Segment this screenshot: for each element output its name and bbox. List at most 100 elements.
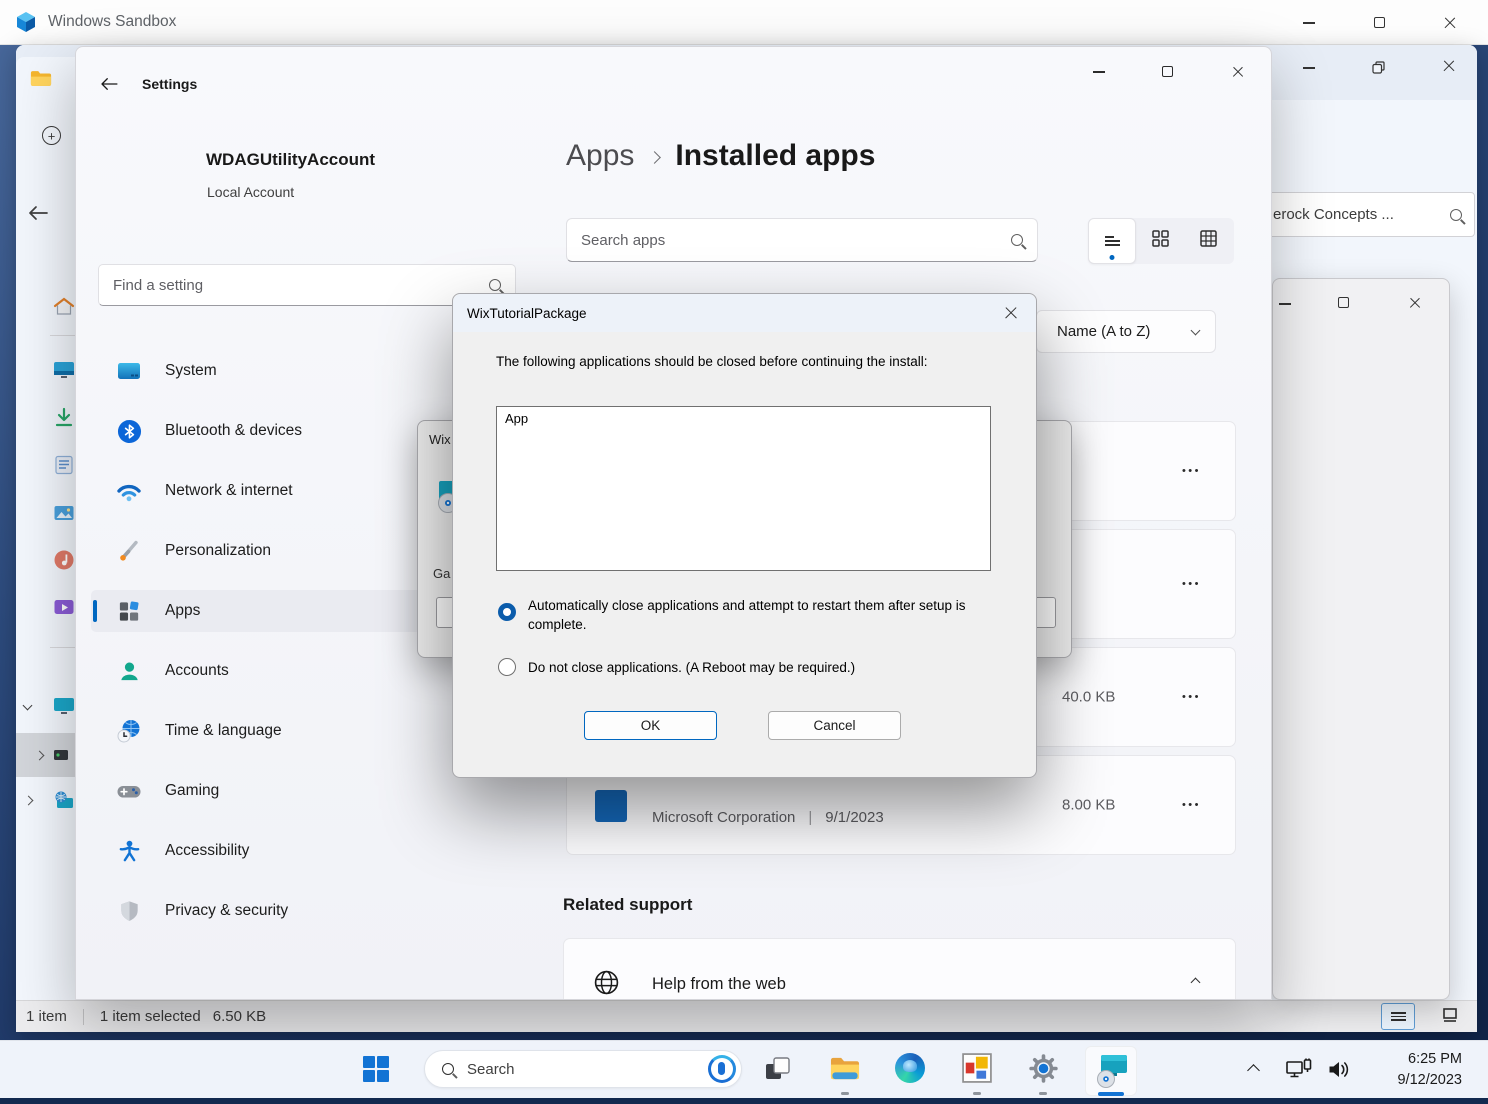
- desktop-icon[interactable]: [53, 359, 75, 386]
- tray-clock[interactable]: 6:25 PM 9/12/2023: [1352, 1049, 1462, 1091]
- radio-label: Automatically close applications and att…: [528, 597, 968, 634]
- folder-icon: [30, 69, 52, 88]
- background-window-maximize-button[interactable]: [1338, 297, 1349, 308]
- dialog-title: WixTutorialPackage: [467, 306, 587, 321]
- table-view-icon: [1200, 230, 1217, 252]
- settings-gear-icon[interactable]: [1027, 1052, 1059, 1084]
- task-view-button[interactable]: [763, 1054, 793, 1084]
- drive-icon: [53, 747, 69, 763]
- settings-back-icon[interactable]: [100, 77, 118, 96]
- sidebar-item-privacy-security[interactable]: Privacy & security: [91, 890, 516, 932]
- sandbox-maximize-button[interactable]: [1374, 17, 1385, 28]
- active-app-highlight[interactable]: [1085, 1046, 1137, 1096]
- app-menu-button[interactable]: •••: [1182, 799, 1201, 811]
- taskbar: Search: [0, 1040, 1488, 1098]
- cancel-button[interactable]: Cancel: [768, 711, 901, 740]
- downloads-icon[interactable]: [53, 407, 75, 434]
- plus-icon: +: [48, 129, 56, 142]
- screen-bottom-edge: [0, 1098, 1488, 1104]
- settings-maximize-button[interactable]: [1162, 66, 1173, 77]
- network-folder-icon[interactable]: [53, 790, 75, 817]
- accessibility-icon: [116, 838, 142, 864]
- listbox-item[interactable]: App: [505, 411, 982, 426]
- icons-view-button[interactable]: [1433, 1003, 1467, 1030]
- taskbar-search-box[interactable]: Search: [424, 1050, 742, 1088]
- brush-icon: [116, 538, 142, 564]
- background-window-close-button[interactable]: [1408, 296, 1421, 309]
- breadcrumb: Apps Installed apps: [566, 139, 875, 173]
- sidebar-item-accessibility[interactable]: Accessibility: [91, 830, 516, 872]
- edge-icon[interactable]: [895, 1053, 925, 1083]
- applications-listbox[interactable]: App: [496, 406, 991, 571]
- sidebar-divider: [50, 647, 76, 648]
- speaker-icon[interactable]: [1328, 1060, 1350, 1084]
- pictures-icon[interactable]: [53, 502, 75, 529]
- app-menu-button[interactable]: •••: [1182, 465, 1201, 477]
- background-window: [1272, 278, 1450, 1000]
- search-apps-input[interactable]: Search apps: [566, 218, 1038, 262]
- settings-minimize-button[interactable]: [1093, 71, 1105, 73]
- app-meta: Microsoft Corporation | 9/1/2023: [652, 809, 884, 826]
- explorer-selected-folder-row[interactable]: [16, 733, 75, 777]
- explorer-new-button[interactable]: +: [42, 126, 61, 145]
- grid-view-button[interactable]: [1136, 218, 1184, 264]
- related-support-label: Help from the web: [652, 975, 786, 994]
- sort-dropdown[interactable]: Name (A to Z): [1036, 310, 1216, 353]
- large-icons-view-icon: [1442, 1007, 1458, 1027]
- network-expander-icon[interactable]: [24, 796, 34, 806]
- start-button[interactable]: [361, 1054, 391, 1084]
- videos-icon[interactable]: [53, 596, 75, 623]
- settings-close-button[interactable]: [1231, 65, 1244, 78]
- app-menu-button[interactable]: •••: [1182, 691, 1201, 703]
- background-window-minimize-button[interactable]: [1279, 303, 1291, 305]
- explorer-search-box[interactable]: erock Concepts ...: [1260, 192, 1475, 237]
- search-icon: [442, 1063, 454, 1075]
- dialog-close-button[interactable]: [1003, 306, 1018, 321]
- related-support-card[interactable]: Help from the web: [563, 938, 1236, 1000]
- list-view-icon: [1105, 234, 1120, 247]
- sort-dropdown-value: Name (A to Z): [1057, 323, 1150, 340]
- sidebar-item-label: Bluetooth & devices: [165, 422, 302, 440]
- list-view-button[interactable]: [1088, 218, 1136, 264]
- documents-icon[interactable]: [53, 454, 75, 481]
- chevron-up-icon[interactable]: [1191, 978, 1201, 988]
- explorer-minimize-button[interactable]: [1303, 67, 1315, 69]
- sandbox-minimize-button[interactable]: [1303, 22, 1315, 24]
- bing-icon: [708, 1055, 736, 1083]
- details-view-button[interactable]: [1381, 1003, 1415, 1030]
- radio-option-do-not-close[interactable]: Do not close applications. (A Reboot may…: [498, 658, 855, 676]
- wix-files-in-use-dialog: WixTutorialPackage The following applica…: [452, 293, 1037, 778]
- account-type: Local Account: [207, 184, 294, 200]
- search-icon: [1011, 234, 1023, 246]
- person-icon: [116, 658, 142, 684]
- music-icon[interactable]: [53, 549, 75, 576]
- network-tray-icon[interactable]: [1286, 1058, 1312, 1087]
- table-view-button[interactable]: [1184, 218, 1232, 264]
- this-pc-expander-icon[interactable]: [23, 701, 33, 711]
- file-explorer-taskbar-icon[interactable]: [830, 1053, 860, 1083]
- explorer-restore-button[interactable]: [1372, 61, 1385, 79]
- explorer-back-icon[interactable]: [28, 205, 48, 226]
- sidebar-item-label: Personalization: [165, 542, 271, 560]
- sidebar-divider: [50, 335, 76, 336]
- tray-chevron-icon[interactable]: [1247, 1064, 1260, 1077]
- radio-option-auto-close[interactable]: Automatically close applications and att…: [498, 597, 968, 634]
- sidebar-item-gaming[interactable]: Gaming: [91, 770, 516, 812]
- search-icon: [1450, 209, 1462, 221]
- sandbox-close-button[interactable]: [1443, 16, 1457, 30]
- app-menu-button[interactable]: •••: [1182, 578, 1201, 590]
- status-item-count: 1 item: [26, 1008, 67, 1025]
- shield-icon: [116, 898, 142, 924]
- sidebar-item-label: Time & language: [165, 722, 282, 740]
- sidebar-item-label: Apps: [165, 602, 200, 620]
- ok-button[interactable]: OK: [584, 711, 717, 740]
- account-name: WDAGUtilityAccount: [206, 150, 375, 170]
- explorer-close-button[interactable]: [1442, 59, 1456, 73]
- colored-tiles-app-icon[interactable]: [962, 1053, 992, 1083]
- taskbar-search-placeholder: Search: [467, 1061, 515, 1078]
- home-icon[interactable]: [53, 296, 75, 323]
- this-pc-icon[interactable]: [53, 695, 75, 722]
- sidebar-item-label: System: [165, 362, 217, 380]
- breadcrumb-parent[interactable]: Apps: [566, 139, 634, 173]
- ok-button-label: OK: [641, 718, 661, 733]
